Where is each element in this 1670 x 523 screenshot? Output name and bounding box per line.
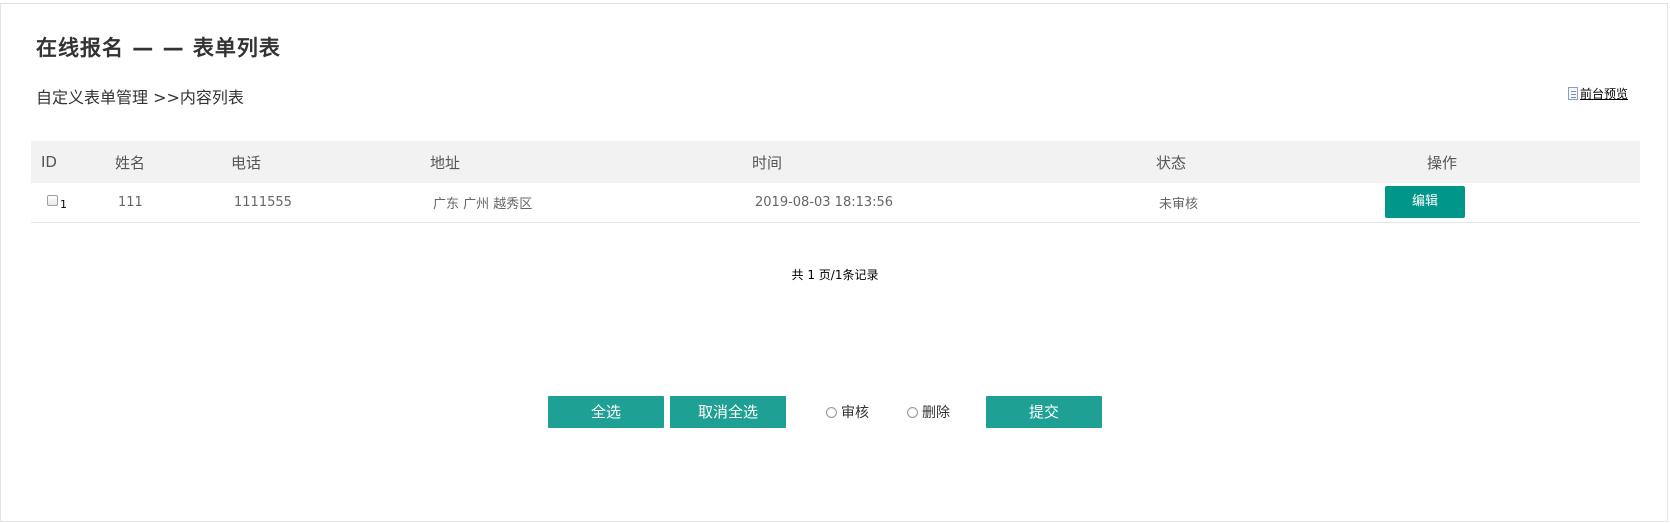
submit-button[interactable]: 提交	[986, 396, 1102, 428]
row-id-cell: 1	[31, 183, 115, 222]
table-row: 1 111 1111555 广东 广州 越秀区 2019-08-03 18:13…	[31, 183, 1640, 222]
review-radio-label: 审核	[841, 405, 869, 421]
bulk-action-bar: 全选 取消全选 审核 删除 提交	[548, 396, 1102, 428]
row-action-cell: 编辑	[1383, 183, 1640, 222]
row-phone: 1111555	[234, 194, 292, 210]
content-frame	[0, 3, 1668, 522]
delete-radio[interactable]	[907, 406, 918, 418]
delete-option[interactable]: 删除	[907, 402, 950, 422]
header-address: 地址	[430, 153, 461, 172]
select-all-button[interactable]: 全选	[548, 396, 664, 428]
review-option[interactable]: 审核	[826, 402, 869, 422]
row-address: 广东 广州 越秀区	[433, 196, 533, 212]
preview-label[interactable]: 前台预览	[1580, 85, 1628, 102]
frontend-preview-link[interactable]: 前台预览	[1568, 85, 1628, 102]
row-name: 111	[118, 194, 143, 210]
page-title: 在线报名 — — 表单列表	[36, 36, 281, 60]
header-status: 状态	[1156, 153, 1187, 172]
header-time: 时间	[752, 153, 783, 172]
breadcrumb: 自定义表单管理 >>内容列表	[36, 88, 244, 107]
row-id: 1	[60, 198, 67, 212]
header-name: 姓名	[115, 153, 146, 172]
review-radio[interactable]	[826, 406, 837, 418]
header-phone: 电话	[231, 153, 262, 172]
deselect-all-button[interactable]: 取消全选	[670, 396, 786, 428]
edit-button[interactable]: 编辑	[1385, 186, 1465, 219]
header-id: ID	[41, 153, 57, 171]
table-header-row: ID 姓名 电话 地址 时间 状态 操作	[31, 141, 1640, 183]
pagination-summary: 共 1 页/1条记录	[791, 268, 879, 282]
document-icon	[1568, 87, 1578, 100]
delete-radio-label: 删除	[922, 405, 950, 421]
row-time: 2019-08-03 18:13:56	[755, 194, 894, 210]
row-status: 未审核	[1159, 196, 1199, 212]
header-action: 操作	[1427, 153, 1458, 172]
row-checkbox[interactable]	[47, 195, 58, 207]
content-table: ID 姓名 电话 地址 时间 状态 操作 1 111 1111555 广东 广州…	[31, 141, 1640, 223]
